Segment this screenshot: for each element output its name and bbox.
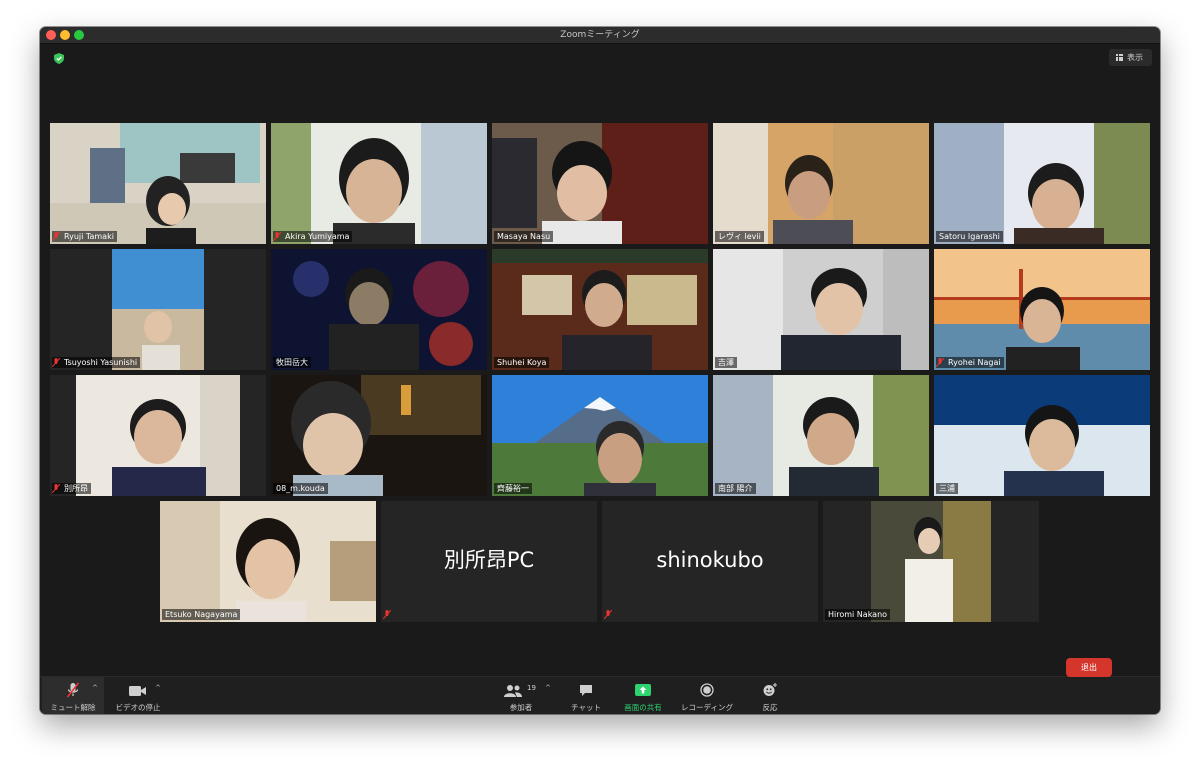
- video-tile[interactable]: Etsuko Nagayama: [160, 501, 376, 622]
- video-tile[interactable]: Shuhei Koya: [492, 249, 708, 370]
- participant-name: 牧田岳大: [273, 357, 311, 368]
- view-button[interactable]: 表示: [1109, 49, 1152, 66]
- smiley-add-icon: [763, 683, 777, 696]
- chat-label: チャット: [571, 703, 601, 712]
- video-options-chevron-up-icon[interactable]: ^: [155, 685, 161, 692]
- video-tile[interactable]: 牧田岳大: [271, 249, 487, 370]
- share-screen-icon: [635, 684, 651, 696]
- muted-mic-icon: [604, 610, 612, 619]
- participant-name: 吉澤: [715, 357, 737, 368]
- muted-mic-icon: [52, 232, 60, 241]
- participant-name: Shuhei Koya: [494, 357, 550, 368]
- title-bar: Zoomミーティング: [40, 27, 1160, 44]
- video-feed: [934, 375, 1150, 496]
- record-label: レコーディング: [681, 703, 733, 712]
- participant-display-name: 別所昂PC: [443, 548, 535, 572]
- video-camera-icon: [129, 686, 146, 696]
- video-tile[interactable]: Masaya Nasu: [492, 123, 708, 244]
- participants-count: 19: [527, 684, 536, 692]
- participant-name: 三浦: [936, 483, 958, 494]
- participant-name: Hiromi Nakano: [825, 609, 891, 620]
- participant-name: レヴィ levii: [715, 231, 764, 242]
- zoom-window: Zoomミーティング 表示 Ryuji Tamaki Akira Yumiyam…: [40, 27, 1160, 714]
- video-feed: [713, 123, 929, 244]
- video-tile-no-video[interactable]: 別所昂PC: [381, 501, 597, 622]
- leave-meeting-button[interactable]: 退出: [1066, 658, 1112, 677]
- participant-name: Masaya Nasu: [494, 231, 554, 242]
- participant-name: 齊藤裕一: [494, 483, 532, 494]
- participant-name: Satoru Igarashi: [936, 231, 1003, 242]
- video-tile[interactable]: 08_m.kouda: [271, 375, 487, 496]
- video-tile-active-speaker[interactable]: レヴィ levii: [713, 123, 929, 244]
- video-tile[interactable]: 別所昂: [50, 375, 266, 496]
- video-feed: [934, 249, 1150, 370]
- video-tile-no-video[interactable]: shinokubo: [602, 501, 818, 622]
- muted-mic-icon: [52, 358, 60, 367]
- video-feed: [50, 375, 266, 496]
- audio-options-chevron-up-icon[interactable]: ^: [92, 685, 98, 692]
- video-tile[interactable]: Satoru Igarashi: [934, 123, 1150, 244]
- chat-button[interactable]: チャット: [564, 677, 608, 714]
- participant-name: 08_m.kouda: [273, 483, 328, 494]
- participant-name: Etsuko Nagayama: [162, 609, 241, 620]
- video-tile[interactable]: 吉澤: [713, 249, 929, 370]
- participants-label: 参加者: [509, 703, 533, 712]
- video-feed: [713, 249, 929, 370]
- video-tile[interactable]: Ryuji Tamaki: [50, 123, 266, 244]
- participants-options-chevron-up-icon[interactable]: ^: [545, 685, 551, 692]
- video-feed: [271, 375, 487, 496]
- stop-video-button[interactable]: ビデオの停止: [108, 677, 168, 714]
- participant-name: Tsuyoshi Yasunishi: [52, 357, 141, 368]
- participant-display-name: shinokubo: [656, 548, 764, 572]
- participants-button[interactable]: 19 参加者: [496, 677, 546, 714]
- unmute-button[interactable]: ミュート解除: [42, 677, 104, 714]
- participant-name: Akira Yumiyama: [273, 231, 353, 242]
- meeting-toolbar: ミュート解除 ^ ビデオの停止 ^ 19 参加者 ^ チャット 画面の共有 レコ…: [40, 676, 1160, 714]
- video-feed: [713, 375, 929, 496]
- video-feed: [934, 123, 1150, 244]
- grid-view-icon: [1116, 54, 1123, 61]
- view-button-label: 表示: [1127, 53, 1143, 62]
- video-feed: [160, 501, 376, 622]
- video-tile[interactable]: 南部 陽介: [713, 375, 929, 496]
- video-feed: [492, 375, 708, 496]
- video-feed: [271, 249, 487, 370]
- video-tile[interactable]: 齊藤裕一: [492, 375, 708, 496]
- reactions-label: 反応: [762, 703, 778, 712]
- participant-name: Ryuji Tamaki: [52, 231, 117, 242]
- video-tile[interactable]: Hiromi Nakano: [823, 501, 1039, 622]
- stop-video-label: ビデオの停止: [115, 703, 161, 712]
- muted-mic-icon: [273, 232, 281, 241]
- video-feed: [271, 123, 487, 244]
- video-tile[interactable]: Ryohei Nagai: [934, 249, 1150, 370]
- share-screen-button[interactable]: 画面の共有: [618, 677, 668, 714]
- record-icon: [700, 683, 714, 697]
- muted-mic-icon: [52, 484, 60, 493]
- video-feed: [50, 249, 266, 370]
- window-title: Zoomミーティング: [560, 30, 640, 40]
- muted-mic-icon: [66, 682, 80, 698]
- video-feed: [50, 123, 266, 244]
- video-feed: [492, 123, 708, 244]
- chat-bubble-icon: [580, 685, 592, 696]
- participant-name: 南部 陽介: [715, 483, 756, 494]
- participants-icon: [504, 685, 522, 697]
- video-tile[interactable]: Akira Yumiyama: [271, 123, 487, 244]
- shield-icon[interactable]: [54, 53, 64, 64]
- muted-mic-icon: [383, 610, 391, 619]
- participant-name: Ryohei Nagai: [936, 357, 1004, 368]
- video-feed: [823, 501, 1039, 622]
- reactions-button[interactable]: 反応: [750, 677, 790, 714]
- share-screen-label: 画面の共有: [624, 703, 662, 712]
- video-feed: [492, 249, 708, 370]
- video-tile[interactable]: Tsuyoshi Yasunishi: [50, 249, 266, 370]
- muted-mic-icon: [936, 358, 944, 367]
- unmute-label: ミュート解除: [50, 703, 96, 712]
- video-tile[interactable]: 三浦: [934, 375, 1150, 496]
- record-button[interactable]: レコーディング: [676, 677, 738, 714]
